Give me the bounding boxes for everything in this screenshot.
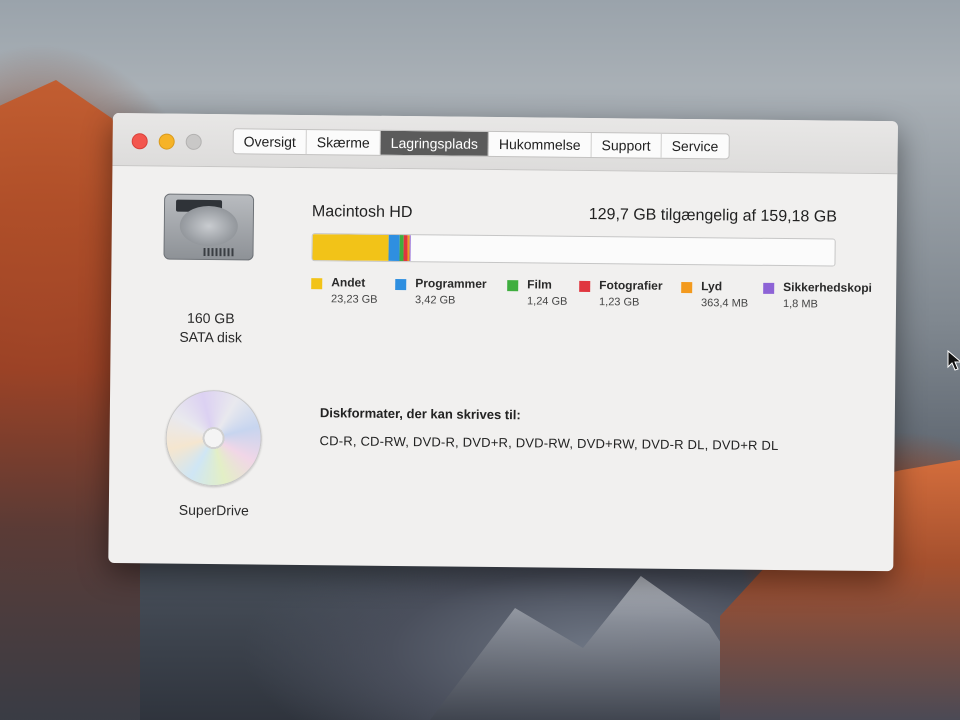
storage-usage-bar [311, 233, 836, 267]
hdd-platter [179, 205, 239, 247]
legend-label: Andet [331, 275, 366, 290]
legend-swatch [395, 278, 407, 291]
legend-swatch [763, 282, 775, 294]
tab-support[interactable]: Support [591, 133, 662, 158]
hard-disk-icon [163, 193, 255, 261]
legend-size: 3,42 GB [414, 294, 456, 307]
storage-segment-programmer [388, 234, 401, 262]
legend-swatch [681, 281, 693, 294]
disk-type-label: SATA disk [179, 328, 242, 346]
disk-formats-title: Diskformater, der kan skrives til: [319, 405, 521, 423]
hdd-connector [203, 247, 234, 257]
background-mountain-mid [430, 576, 770, 720]
minimize-button[interactable] [158, 133, 175, 150]
volume-available: 129,7 GB tilgængelig af 159,18 GB [588, 205, 838, 226]
tab-storage[interactable]: Lagringsplads [380, 130, 490, 156]
tab-overview[interactable]: Oversigt [233, 129, 307, 155]
legend-size: 1,23 GB [598, 296, 640, 309]
legend-label: Programmer [415, 276, 487, 291]
tab-bar: Oversigt Skærme Lagringsplads Hukommelse… [232, 128, 730, 160]
zoom-button[interactable] [185, 133, 202, 150]
legend-size: 1,8 MB [782, 298, 818, 311]
legend-label: Fotografier [599, 278, 663, 293]
storage-legend: Andet 23,23 GB Programmer 3,42 GB Film 1,24 G… [311, 275, 898, 321]
legend-size: 23,23 GB [330, 293, 378, 306]
about-this-mac-window: Oversigt Skærme Lagringsplads Hukommelse… [108, 113, 898, 572]
storage-segment-andet [312, 234, 389, 261]
legend-swatch [579, 280, 591, 293]
tab-memory[interactable]: Hukommelse [488, 131, 592, 158]
legend-size: 1,24 GB [526, 295, 568, 308]
disk-size-label: 160 GB [187, 309, 235, 327]
optical-drive-label: SuperDrive [178, 501, 249, 519]
tab-displays[interactable]: Skærme [306, 130, 381, 155]
cd-icon [165, 389, 263, 487]
disk-formats-list: CD-R, CD-RW, DVD-R, DVD+R, DVD-RW, DVD+R… [319, 433, 779, 453]
legend-label: Film [527, 277, 552, 292]
legend-size: 363,4 MB [700, 297, 749, 310]
window-titlebar: Oversigt Skærme Lagringsplads Hukommelse… [112, 113, 898, 175]
volume-name: Macintosh HD [311, 203, 413, 222]
storage-segment-sikkerhedskopi [409, 235, 411, 262]
legend-label: Lyd [701, 279, 723, 294]
tab-service[interactable]: Service [662, 134, 729, 159]
close-button[interactable] [131, 133, 148, 150]
legend-label: Sikkerhedskopi [783, 280, 873, 295]
legend-swatch [311, 278, 323, 290]
legend-swatch [507, 280, 519, 292]
